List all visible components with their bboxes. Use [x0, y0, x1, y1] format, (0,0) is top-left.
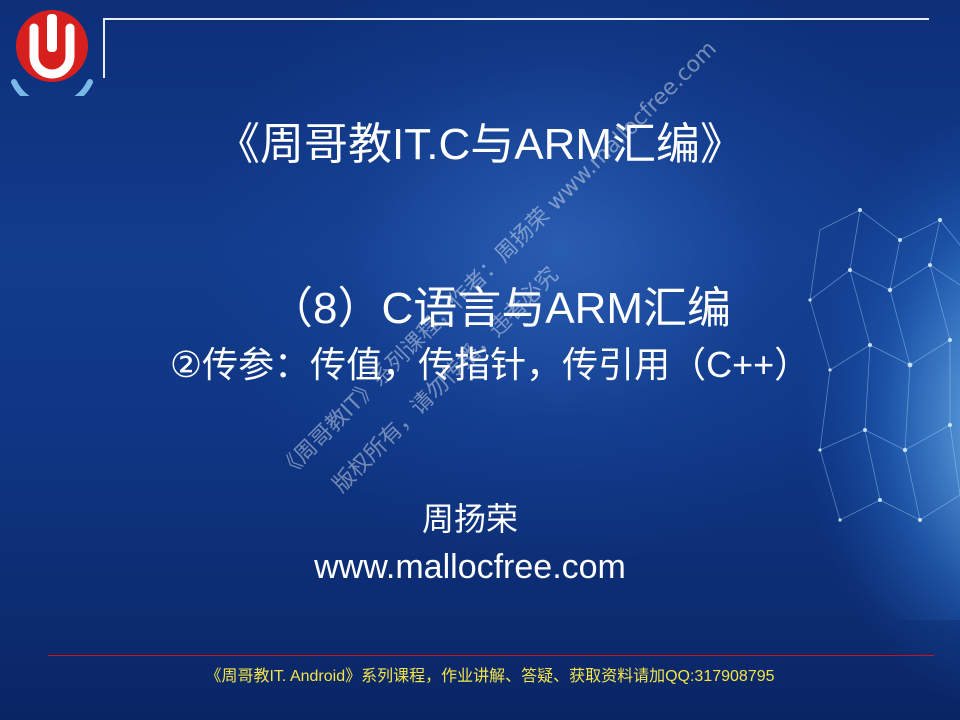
website-url: www.mallocfree.com: [314, 548, 626, 586]
section-title: ②传参：传值，传指针，传引用（C++）: [169, 344, 811, 385]
watermark-line-1: 《周哥教IT》系列课程，作者：周扬荣 www.mallocfree.com: [274, 36, 722, 484]
brand-logo-icon: [11, 10, 93, 96]
slide-canvas: 《周哥教IT.C与ARM汇编》 《周哥教IT》系列课程，作者：周扬荣 www.m…: [0, 0, 960, 720]
author-name: 周扬荣: [421, 501, 518, 537]
chapter-title: （8）C语言与ARM汇编: [268, 284, 732, 333]
slide-title: 《周哥教IT.C与ARM汇编》: [216, 120, 744, 169]
footer-text: 《周哥教IT. Android》系列课程，作业讲解、答疑、获取资料请加QQ:31…: [205, 668, 775, 685]
frame-left-line: [103, 18, 105, 78]
frame-top-line: [103, 18, 929, 20]
footer-divider: [48, 655, 934, 656]
